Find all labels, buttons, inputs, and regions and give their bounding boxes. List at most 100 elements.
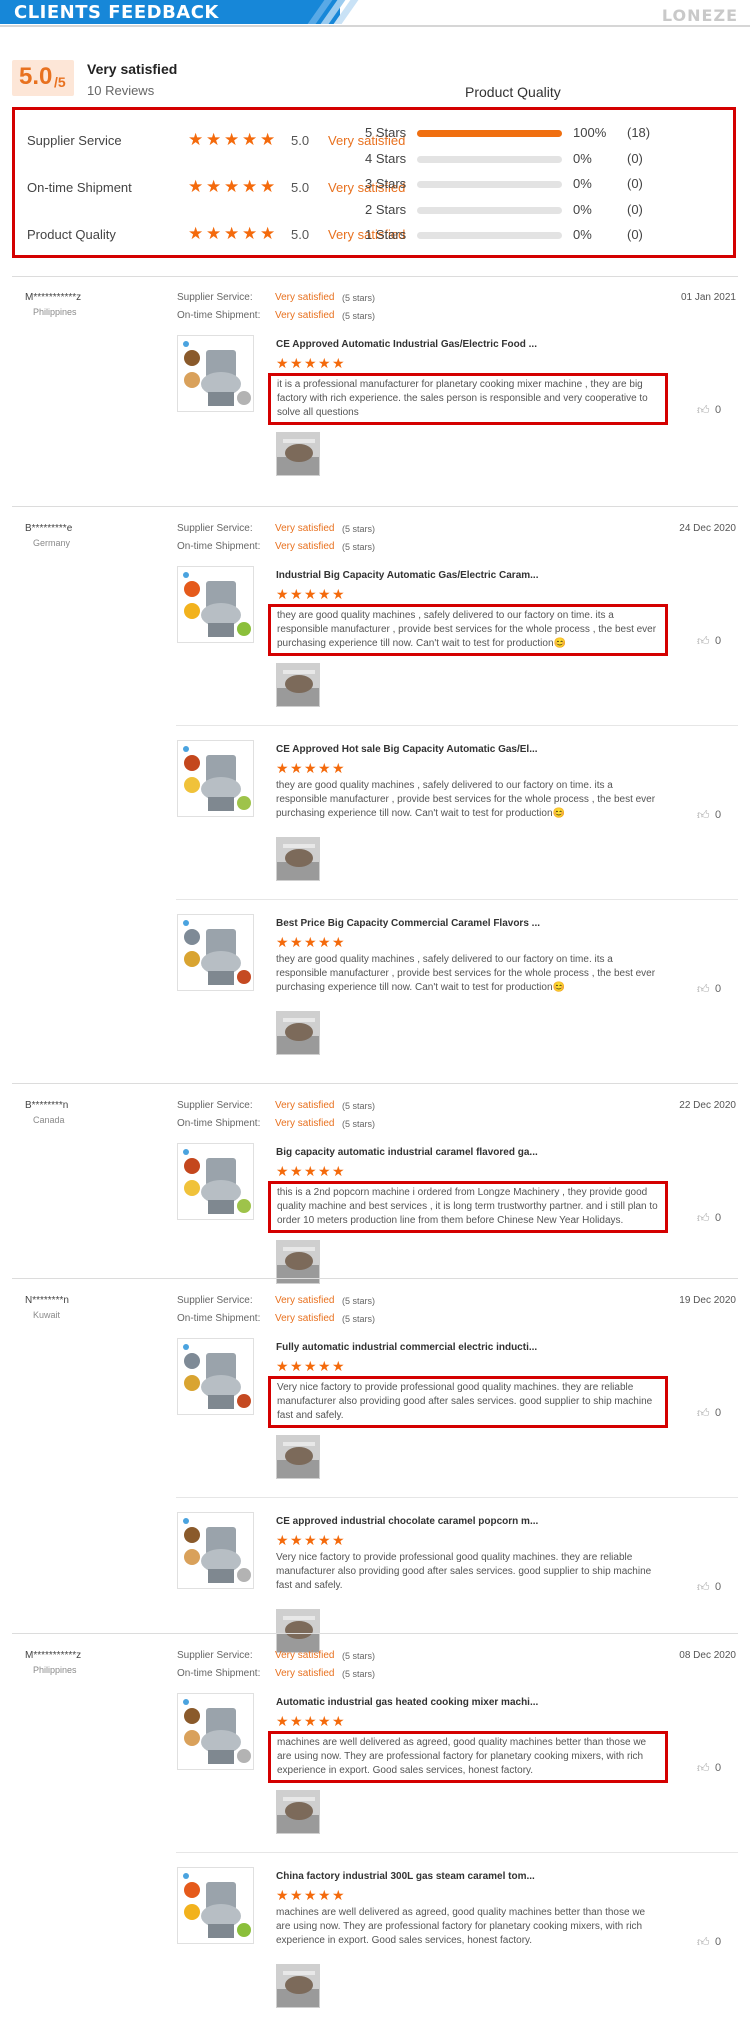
review-photo-thumbnail[interactable] [276,663,320,707]
review-photo-thumbnail[interactable] [276,1011,320,1055]
star-icon: ★ [224,130,240,149]
rating-label: Supplier Service: [177,1100,253,1111]
review-comment: machines are well delivered as agreed, g… [276,1907,646,1946]
star-icon: ★ [318,1713,331,1729]
product-title-link[interactable]: China factory industrial 300L gas steam … [276,1871,535,1882]
product-title-link[interactable]: Fully automatic industrial commercial el… [276,1342,537,1353]
star-icon: ★ [304,1713,317,1729]
product-title-link[interactable]: Industrial Big Capacity Automatic Gas/El… [276,570,539,581]
item-divider [176,899,738,900]
review-photo-thumbnail[interactable] [276,1435,320,1479]
review-comment: it is a professional manufacturer for pl… [268,373,668,425]
product-rating-stars: ★★★★★ [276,1532,346,1550]
product-illustration [178,915,253,990]
distribution-count: (0) [627,151,643,166]
product-title-link[interactable]: CE Approved Hot sale Big Capacity Automa… [276,744,538,755]
thumbs-up-icon: 👍︎ [697,982,710,996]
like-count: 0 [715,1212,722,1224]
rating-value: Very satisfied [275,1100,335,1111]
header-divider [0,25,750,27]
star-icon: ★ [276,1532,289,1548]
reviewer-name: N********n [25,1295,69,1306]
product-title-link[interactable]: CE Approved Automatic Industrial Gas/Ele… [276,339,537,350]
review-photo-thumbnail[interactable] [276,1609,320,1653]
star-icon: ★ [304,1358,317,1374]
thumbs-up-icon: 👍︎ [697,634,710,648]
rating-label: On-time Shipment: [177,310,261,321]
rating-label: On-time Shipment: [177,1118,261,1129]
product-image[interactable] [177,1338,254,1415]
product-illustration [178,1144,253,1219]
like-count: 0 [715,404,722,416]
star-icon: ★ [332,1887,345,1903]
review-photo-thumbnail[interactable] [276,1964,320,2008]
rating-value: Very satisfied [275,292,335,303]
item-divider [176,725,738,726]
star-icon: ★ [332,355,345,371]
like-count: 0 [715,809,722,821]
product-image[interactable] [177,740,254,817]
like-count: 0 [715,1407,722,1419]
rating-stars-note: (5 stars) [342,1314,376,1324]
product-image[interactable] [177,1143,254,1220]
summary-score: 5.0 [291,180,310,195]
like-button[interactable]: 👍︎ 0 [697,1761,721,1775]
rating-stars-note: (5 stars) [342,1101,376,1111]
like-button[interactable]: 👍︎ 0 [697,403,722,417]
like-count: 0 [715,1581,722,1593]
review-photo-thumbnail[interactable] [276,1790,320,1834]
thumbs-up-icon: 👍︎ [697,1406,710,1420]
product-image[interactable] [177,1693,254,1770]
product-title-link[interactable]: Automatic industrial gas heated cooking … [276,1697,538,1708]
thumbs-up-icon: 👍︎ [697,1580,710,1594]
product-image[interactable] [177,1867,254,1944]
product-title-link[interactable]: Big capacity automatic industrial carame… [276,1147,538,1158]
summary-stars: ★ ★ ★ ★ ★ [188,224,278,244]
star-icon: ★ [318,1358,331,1374]
star-icon: ★ [290,1887,303,1903]
star-icon: ★ [260,224,276,243]
rating-value: Very satisfied [275,541,335,552]
like-button[interactable]: 👍︎ 0 [697,1211,722,1225]
review-photo-thumbnail[interactable] [276,837,320,881]
like-button[interactable]: 👍︎ 0 [697,1580,722,1594]
star-icon: ★ [276,934,289,950]
product-image[interactable] [177,1512,254,1589]
product-title-link[interactable]: CE approved industrial chocolate caramel… [276,1516,538,1527]
review-comment: Very nice factory to provide professiona… [268,1376,668,1428]
star-icon: ★ [276,586,289,602]
product-image[interactable] [177,566,254,643]
supplier-service-rating: Supplier Service: Very satisfied (5 stars) [177,1295,375,1306]
supplier-service-rating: Supplier Service: Very satisfied (5 stars) [177,1650,375,1661]
product-title-link[interactable]: Best Price Big Capacity Commercial Caram… [276,918,540,929]
distribution-row-3: 3 Stars 0% (0) [365,175,735,193]
like-button[interactable]: 👍︎ 0 [697,808,722,822]
rating-stars-note: (5 stars) [342,542,376,552]
star-icon: ★ [276,1163,289,1179]
like-button[interactable]: 👍︎ 0 [697,1406,722,1420]
supplier-service-rating: Supplier Service: Very satisfied (5 stars) [177,523,375,534]
star-icon: ★ [318,586,331,602]
star-icon: ★ [242,177,258,196]
product-image[interactable] [177,914,254,991]
review-photo-thumbnail[interactable] [276,432,320,476]
product-image[interactable] [177,335,254,412]
distribution-percent: 0% [573,151,592,166]
like-button[interactable]: 👍︎ 0 [697,634,721,648]
review-divider [12,1083,738,1084]
star-icon: ★ [276,1713,289,1729]
distribution-count: (0) [627,176,643,191]
distribution-label: 3 Stars [365,176,407,191]
like-button[interactable]: 👍︎ 0 [697,1935,721,1949]
like-count: 0 [715,983,722,995]
star-icon: ★ [290,1532,303,1548]
review-date: 08 Dec 2020 [679,1650,736,1661]
star-icon: ★ [276,1887,289,1903]
reviewer-name: B*********e [25,523,73,534]
rating-value: Very satisfied [275,1313,335,1324]
star-icon: ★ [290,1163,303,1179]
product-rating-stars: ★★★★★ [276,1887,346,1905]
like-button[interactable]: 👍︎ 0 [697,982,722,996]
star-icon: ★ [304,1163,317,1179]
overall-verdict: Very satisfied [87,61,178,77]
